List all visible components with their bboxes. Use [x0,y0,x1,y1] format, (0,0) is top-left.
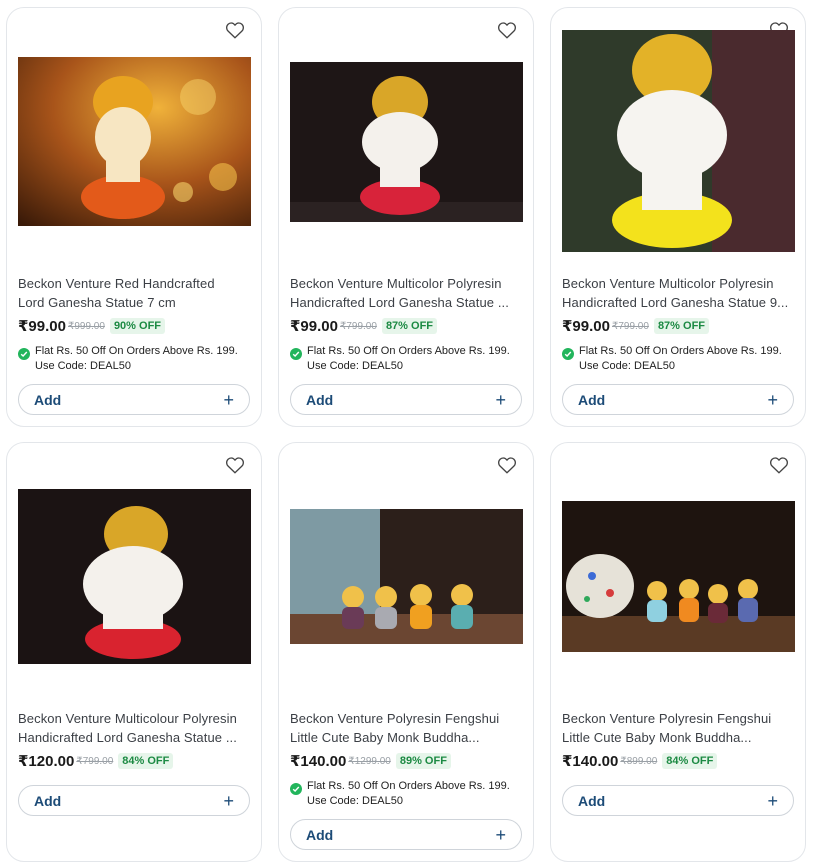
wishlist-heart-icon[interactable] [225,21,245,39]
original-price: ₹799.00 [76,755,114,767]
product-image[interactable] [562,30,795,252]
discount-badge: 87% OFF [653,318,710,334]
product-image[interactable] [18,489,251,664]
discount-badge: 90% OFF [109,318,166,334]
offer-note: Flat Rs. 50 Off On Orders Above Rs. 199.… [290,779,526,809]
price-row: ₹140.00 ₹899.00 84% OFF [562,751,718,771]
product-title[interactable]: Beckon Venture Polyresin Fengshui Little… [562,709,796,747]
original-price: ₹1299.00 [348,755,391,767]
plus-icon: + [495,389,506,410]
discount-badge: 84% OFF [118,753,174,769]
add-to-cart-button[interactable]: Add + [562,384,794,415]
wishlist-heart-icon[interactable] [225,456,245,474]
discount-badge: 89% OFF [395,753,451,769]
plus-icon: + [767,389,778,410]
product-title[interactable]: Beckon Venture Polyresin Fengshui Little… [290,709,524,747]
selling-price: ₹99.00 [562,318,610,335]
original-price: ₹799.00 [339,320,377,332]
product-card[interactable]: Beckon Venture Multicolor Polyresin Hand… [278,7,534,427]
price-row: ₹99.00 ₹999.00 90% OFF [18,316,166,336]
add-to-cart-button[interactable]: Add + [18,384,250,415]
plus-icon: + [223,389,234,410]
original-price: ₹799.00 [611,320,649,332]
offer-note: Flat Rs. 50 Off On Orders Above Rs. 199.… [18,344,254,374]
selling-price: ₹140.00 [562,753,619,770]
product-card[interactable]: Beckon Venture Multicolour Polyresin Han… [6,442,262,862]
offer-badge-icon [18,348,30,360]
wishlist-heart-icon[interactable] [769,456,789,474]
product-image[interactable] [562,501,795,652]
selling-price: ₹99.00 [290,318,338,335]
add-to-cart-button[interactable]: Add + [562,785,794,816]
selling-price: ₹140.00 [290,753,347,770]
plus-icon: + [495,824,506,845]
add-to-cart-button[interactable]: Add + [18,785,250,816]
plus-icon: + [223,790,234,811]
product-image[interactable] [18,57,251,226]
product-title[interactable]: Beckon Venture Multicolor Polyresin Hand… [290,274,524,312]
product-image[interactable] [290,62,523,222]
original-price: ₹899.00 [620,755,658,767]
product-card[interactable]: Beckon Venture Multicolor Polyresin Hand… [550,7,806,427]
price-row: ₹99.00 ₹799.00 87% OFF [562,316,710,336]
price-row: ₹140.00 ₹1299.00 89% OFF [290,751,451,771]
discount-badge: 87% OFF [381,318,438,334]
discount-badge: 84% OFF [662,753,718,769]
add-to-cart-button[interactable]: Add + [290,384,522,415]
wishlist-heart-icon[interactable] [497,456,517,474]
product-title[interactable]: Beckon Venture Multicolor Polyresin Hand… [562,274,796,312]
offer-note: Flat Rs. 50 Off On Orders Above Rs. 199.… [290,344,526,374]
product-card[interactable]: Beckon Venture Red Handcrafted Lord Gane… [6,7,262,427]
plus-icon: + [767,790,778,811]
wishlist-heart-icon[interactable] [497,21,517,39]
offer-note: Flat Rs. 50 Off On Orders Above Rs. 199.… [562,344,798,374]
selling-price: ₹120.00 [18,753,75,770]
product-title[interactable]: Beckon Venture Red Handcrafted Lord Gane… [18,274,252,312]
price-row: ₹120.00 ₹799.00 84% OFF [18,751,174,771]
offer-badge-icon [290,783,302,795]
offer-badge-icon [562,348,574,360]
product-title[interactable]: Beckon Venture Multicolour Polyresin Han… [18,709,252,747]
original-price: ₹999.00 [67,320,105,332]
price-row: ₹99.00 ₹799.00 87% OFF [290,316,438,336]
selling-price: ₹99.00 [18,318,66,335]
offer-badge-icon [290,348,302,360]
product-card[interactable]: Beckon Venture Polyresin Fengshui Little… [278,442,534,862]
product-card[interactable]: Beckon Venture Polyresin Fengshui Little… [550,442,806,862]
product-image[interactable] [290,509,523,644]
add-to-cart-button[interactable]: Add + [290,819,522,850]
